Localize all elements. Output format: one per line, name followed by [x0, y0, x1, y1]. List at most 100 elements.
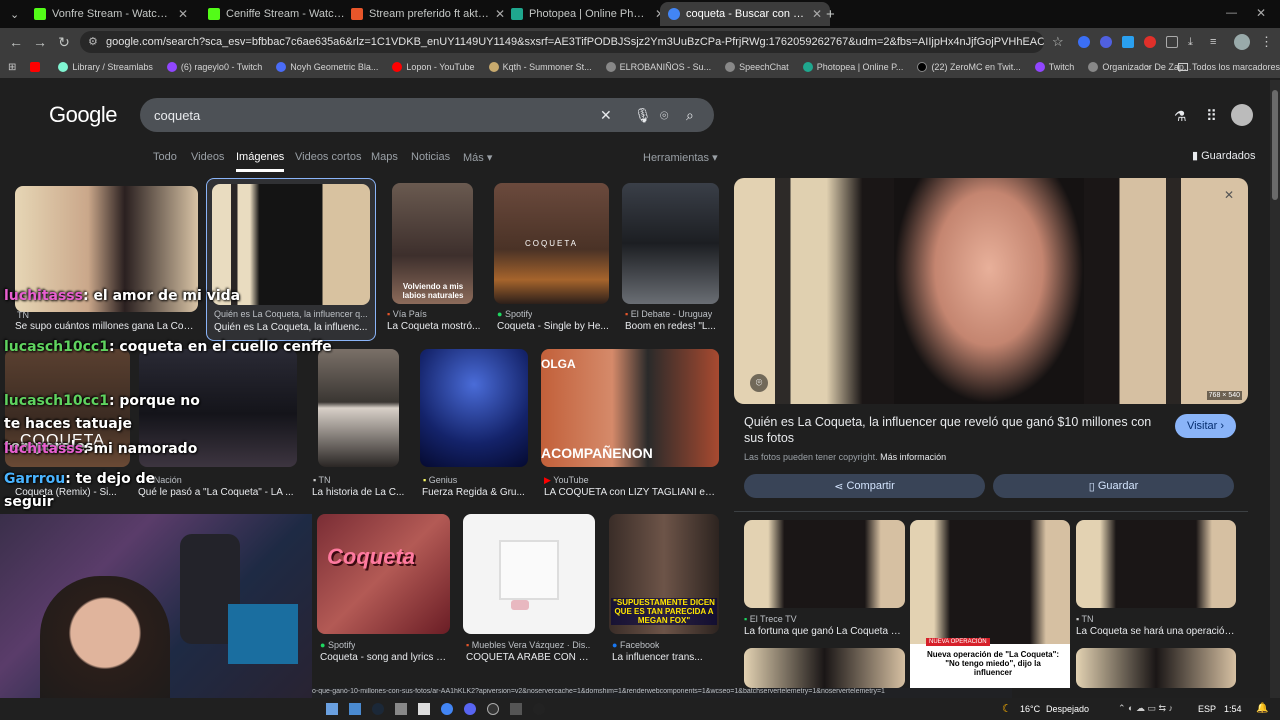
weather-temp[interactable]: 16°C: [1020, 704, 1040, 714]
bookmark-item[interactable]: ELROBANIÑOS - Su...: [605, 62, 711, 72]
search-input[interactable]: coqueta ✕ 🎙 ⌾ ⌕: [140, 98, 714, 132]
share-button[interactable]: ⋖ Compartir: [744, 474, 985, 498]
related-image[interactable]: [1076, 648, 1236, 688]
related-image[interactable]: [744, 520, 905, 608]
bookmark-item[interactable]: Kqth - Summoner St...: [488, 62, 592, 72]
result-caption[interactable]: La historia de La C...: [312, 487, 407, 498]
close-icon[interactable]: ✕: [178, 7, 188, 21]
image-result[interactable]: [463, 514, 595, 634]
tab-3[interactable]: Stream preferido ft akta by mil✕: [343, 2, 513, 26]
kebab-menu-icon[interactable]: ⋮: [1260, 34, 1273, 50]
bookmark-item[interactable]: SpeechChat: [725, 62, 789, 72]
result-caption[interactable]: La fortuna que ganó La Coqueta e...: [744, 626, 904, 637]
result-caption[interactable]: La Coqueta mostró...: [387, 321, 487, 332]
image-result[interactable]: [318, 349, 399, 467]
bookmark-item[interactable]: (22) ZeroMC en Twit...: [917, 62, 1021, 72]
result-caption[interactable]: LA COQUETA con LIZY TAGLIANI en ...: [544, 487, 719, 498]
image-result[interactable]: [622, 183, 719, 304]
profile-avatar[interactable]: [1234, 34, 1250, 50]
clear-icon[interactable]: ✕: [600, 107, 612, 124]
minimize-icon[interactable]: —: [1226, 7, 1237, 19]
tab-more[interactable]: Más ▾: [463, 151, 492, 164]
bookmark-item[interactable]: Twitch: [1034, 62, 1074, 72]
chrome-icon[interactable]: [441, 703, 453, 715]
tab-videos[interactable]: Videos: [191, 151, 224, 163]
image-result[interactable]: Volviendo a mis labios naturales: [392, 183, 473, 304]
related-image[interactable]: [744, 648, 905, 688]
result-caption[interactable]: Coqueta - song and lyrics b...: [320, 652, 450, 663]
search-icon[interactable]: ⌕: [686, 107, 694, 124]
bookmark-item[interactable]: Library / Streamlabs: [58, 62, 153, 72]
explorer-icon[interactable]: [349, 703, 361, 715]
tab-short-videos[interactable]: Videos cortos: [295, 151, 361, 163]
save-button[interactable]: ▯ Guardar: [993, 474, 1234, 498]
image-result[interactable]: OLGA ACOMPAÑENON: [541, 349, 719, 467]
news-card[interactable]: NUEVA OPERACIÓN Nueva operación de "La C…: [910, 638, 1070, 688]
bookmark-star-icon[interactable]: ☆: [1052, 34, 1064, 50]
google-logo[interactable]: Google: [49, 102, 117, 128]
close-preview-icon[interactable]: ✕: [1224, 188, 1234, 202]
page-scrollbar[interactable]: [1270, 80, 1280, 698]
discord-icon[interactable]: [464, 703, 476, 715]
result-caption[interactable]: Coqueta - Single by He...: [497, 321, 609, 332]
bookmark-item[interactable]: Noyh Geometric Bla...: [276, 62, 378, 72]
result-caption[interactable]: La influencer trans...: [612, 652, 718, 663]
image-result[interactable]: [420, 349, 528, 467]
result-caption[interactable]: Fuerza Regida & Gru...: [422, 487, 527, 498]
extension-icon[interactable]: [1078, 36, 1090, 48]
image-result-selected[interactable]: Quién es La Coqueta, la influencer q... …: [206, 178, 376, 341]
app-icon[interactable]: [510, 703, 522, 715]
tab-4[interactable]: Photopea | Online Photo Editor✕: [503, 2, 673, 26]
extension-icon[interactable]: [1122, 36, 1134, 48]
puzzle-icon[interactable]: [1166, 36, 1178, 48]
tab-1[interactable]: Vonfre Stream - Watch Live ✕: [26, 2, 196, 26]
preview-title[interactable]: Quién es La Coqueta, la influencer que r…: [744, 414, 1164, 446]
bookmark-youtube[interactable]: [30, 62, 44, 72]
apps-grid-icon[interactable]: ⊞: [8, 62, 16, 73]
image-result[interactable]: COQUETA: [494, 183, 609, 304]
tab-5[interactable]: coqueta - Buscar con Google✕: [660, 2, 830, 26]
preview-image[interactable]: ⌾ 768 × 540 ✕: [734, 178, 1248, 404]
media-icon[interactable]: [533, 703, 545, 715]
app-icon[interactable]: [395, 703, 407, 715]
labs-flask-icon[interactable]: ⚗: [1174, 108, 1187, 125]
image-result[interactable]: "SUPUESTAMENTE DICEN QUE ES TAN PARECIDA…: [609, 514, 719, 634]
tab-images[interactable]: Imágenes: [236, 151, 285, 172]
more-info-link[interactable]: Más información: [880, 452, 946, 462]
extension-icon[interactable]: [1144, 36, 1156, 48]
all-bookmarks-folder[interactable]: Todos los marcadores: [1178, 62, 1280, 72]
lens-search-icon[interactable]: ⌾: [750, 374, 768, 392]
back-icon[interactable]: ←: [4, 34, 28, 50]
forward-icon[interactable]: →: [28, 34, 52, 50]
scrollbar-thumb[interactable]: [1272, 90, 1278, 200]
tab-search-icon[interactable]: ⌄: [2, 2, 24, 26]
language-indicator[interactable]: ESP: [1198, 704, 1216, 714]
bookmark-item[interactable]: (6) rageylo0 - Twitch: [166, 62, 262, 72]
obs-icon[interactable]: [487, 703, 499, 715]
app-icon[interactable]: [418, 703, 430, 715]
mic-icon[interactable]: 🎙: [634, 107, 652, 124]
tools-button[interactable]: Herramientas ▾: [643, 151, 718, 164]
saved-link[interactable]: ▮ Guardados: [1192, 149, 1256, 162]
site-info-icon[interactable]: ⚙: [88, 35, 98, 48]
download-icon[interactable]: ⤓: [1188, 36, 1200, 48]
related-image[interactable]: [910, 520, 1070, 652]
result-caption[interactable]: Boom en redes! "L...: [625, 321, 720, 332]
result-caption[interactable]: Se supo cuántos millones gana La Coqu...: [15, 321, 195, 332]
notification-icon[interactable]: 🔔: [1256, 703, 1268, 714]
overflow-chevron-icon[interactable]: »: [1146, 62, 1151, 72]
weather-condition[interactable]: Despejado: [1046, 704, 1089, 714]
windows-icon[interactable]: [326, 703, 338, 715]
reload-icon[interactable]: ↻: [52, 34, 76, 51]
account-avatar[interactable]: [1231, 104, 1253, 126]
steam-icon[interactable]: [372, 703, 384, 715]
address-bar[interactable]: ⚙ google.com/search?sca_esv=bfbbac7c6ae6…: [80, 31, 1044, 53]
extension-icon[interactable]: [1100, 36, 1112, 48]
tab-maps[interactable]: Maps: [371, 151, 398, 163]
visit-button[interactable]: Visitar ›: [1175, 414, 1236, 438]
result-caption[interactable]: La Coqueta se hará una operación...: [1076, 626, 1236, 637]
clock[interactable]: 1:54: [1224, 704, 1242, 714]
apps-icon[interactable]: ⠿: [1206, 107, 1217, 125]
bookmark-item[interactable]: Organizador De Zap...: [1088, 62, 1191, 72]
new-tab-button[interactable]: +: [818, 2, 842, 26]
